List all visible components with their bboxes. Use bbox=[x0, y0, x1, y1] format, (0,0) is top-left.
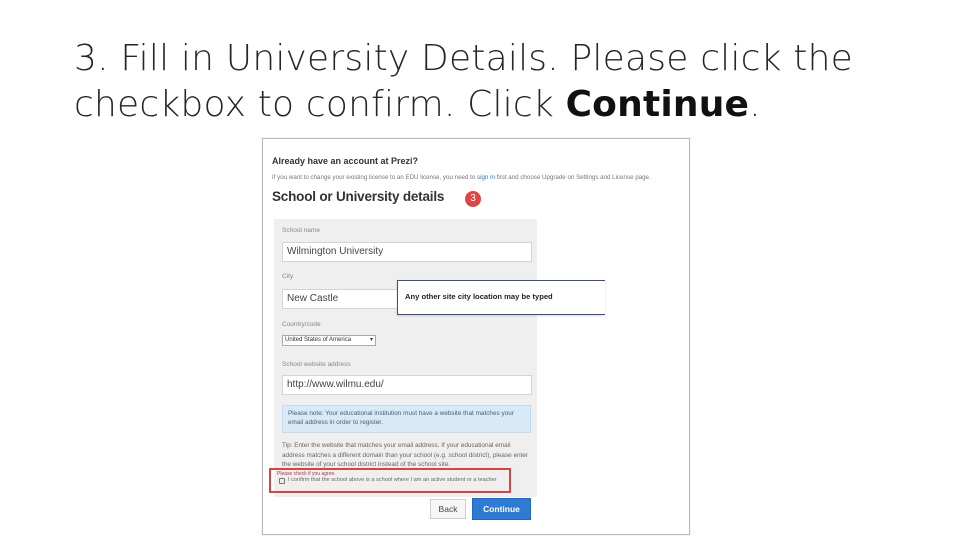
back-button[interactable]: Back bbox=[430, 499, 466, 519]
slide-title-suffix: . bbox=[749, 84, 761, 125]
slide-title-line-2: checkbox to confirm. Click Continue. bbox=[74, 82, 934, 128]
step-badge: 3 bbox=[465, 191, 481, 207]
tip-text: Tip: Enter the website that matches your… bbox=[282, 442, 529, 468]
website-input[interactable]: http://www.wilmu.edu/ bbox=[282, 375, 532, 395]
slide-title-line-1: 3. Fill in University Details. Please cl… bbox=[74, 38, 853, 79]
school-name-input[interactable]: Wilmington University bbox=[282, 242, 532, 262]
slide-title: 3. Fill in University Details. Please cl… bbox=[74, 36, 934, 128]
country-select[interactable]: United States of America ▾ bbox=[282, 335, 376, 346]
city-callout: Any other site city location may be type… bbox=[397, 280, 605, 315]
school-name-label: School name bbox=[282, 227, 320, 234]
have-account-heading: Already have an account at Prezi? bbox=[272, 156, 419, 166]
form-panel: School name Wilmington University City N… bbox=[274, 219, 537, 497]
license-text-2: first and choose Upgrade on Settings and… bbox=[494, 174, 651, 181]
country-label: Country/code bbox=[282, 321, 321, 328]
city-callout-text: Any other site city location may be type… bbox=[405, 292, 553, 301]
confirm-checkbox-label[interactable]: I confirm that the school above is a sch… bbox=[288, 477, 497, 483]
registration-screenshot: Already have an account at Prezi? If you… bbox=[262, 138, 690, 535]
license-info-text: If you want to change your existing lice… bbox=[272, 174, 682, 181]
confirm-checkbox[interactable] bbox=[279, 478, 285, 484]
slide-title-emphasis: Continue bbox=[565, 84, 750, 125]
website-label: School website address bbox=[282, 361, 351, 368]
license-text-1: If you want to change your existing lice… bbox=[272, 174, 477, 181]
city-label: City bbox=[282, 273, 294, 280]
slide-title-line-2-text: checkbox to confirm. Click bbox=[74, 84, 566, 125]
country-select-value: United States of America bbox=[285, 337, 352, 343]
continue-button[interactable]: Continue bbox=[472, 498, 531, 520]
sign-in-link[interactable]: sign in bbox=[477, 174, 495, 181]
chevron-down-icon: ▾ bbox=[369, 337, 373, 343]
section-title: School or University details bbox=[272, 189, 445, 204]
note-box: Please note: Your educational institutio… bbox=[282, 405, 531, 433]
